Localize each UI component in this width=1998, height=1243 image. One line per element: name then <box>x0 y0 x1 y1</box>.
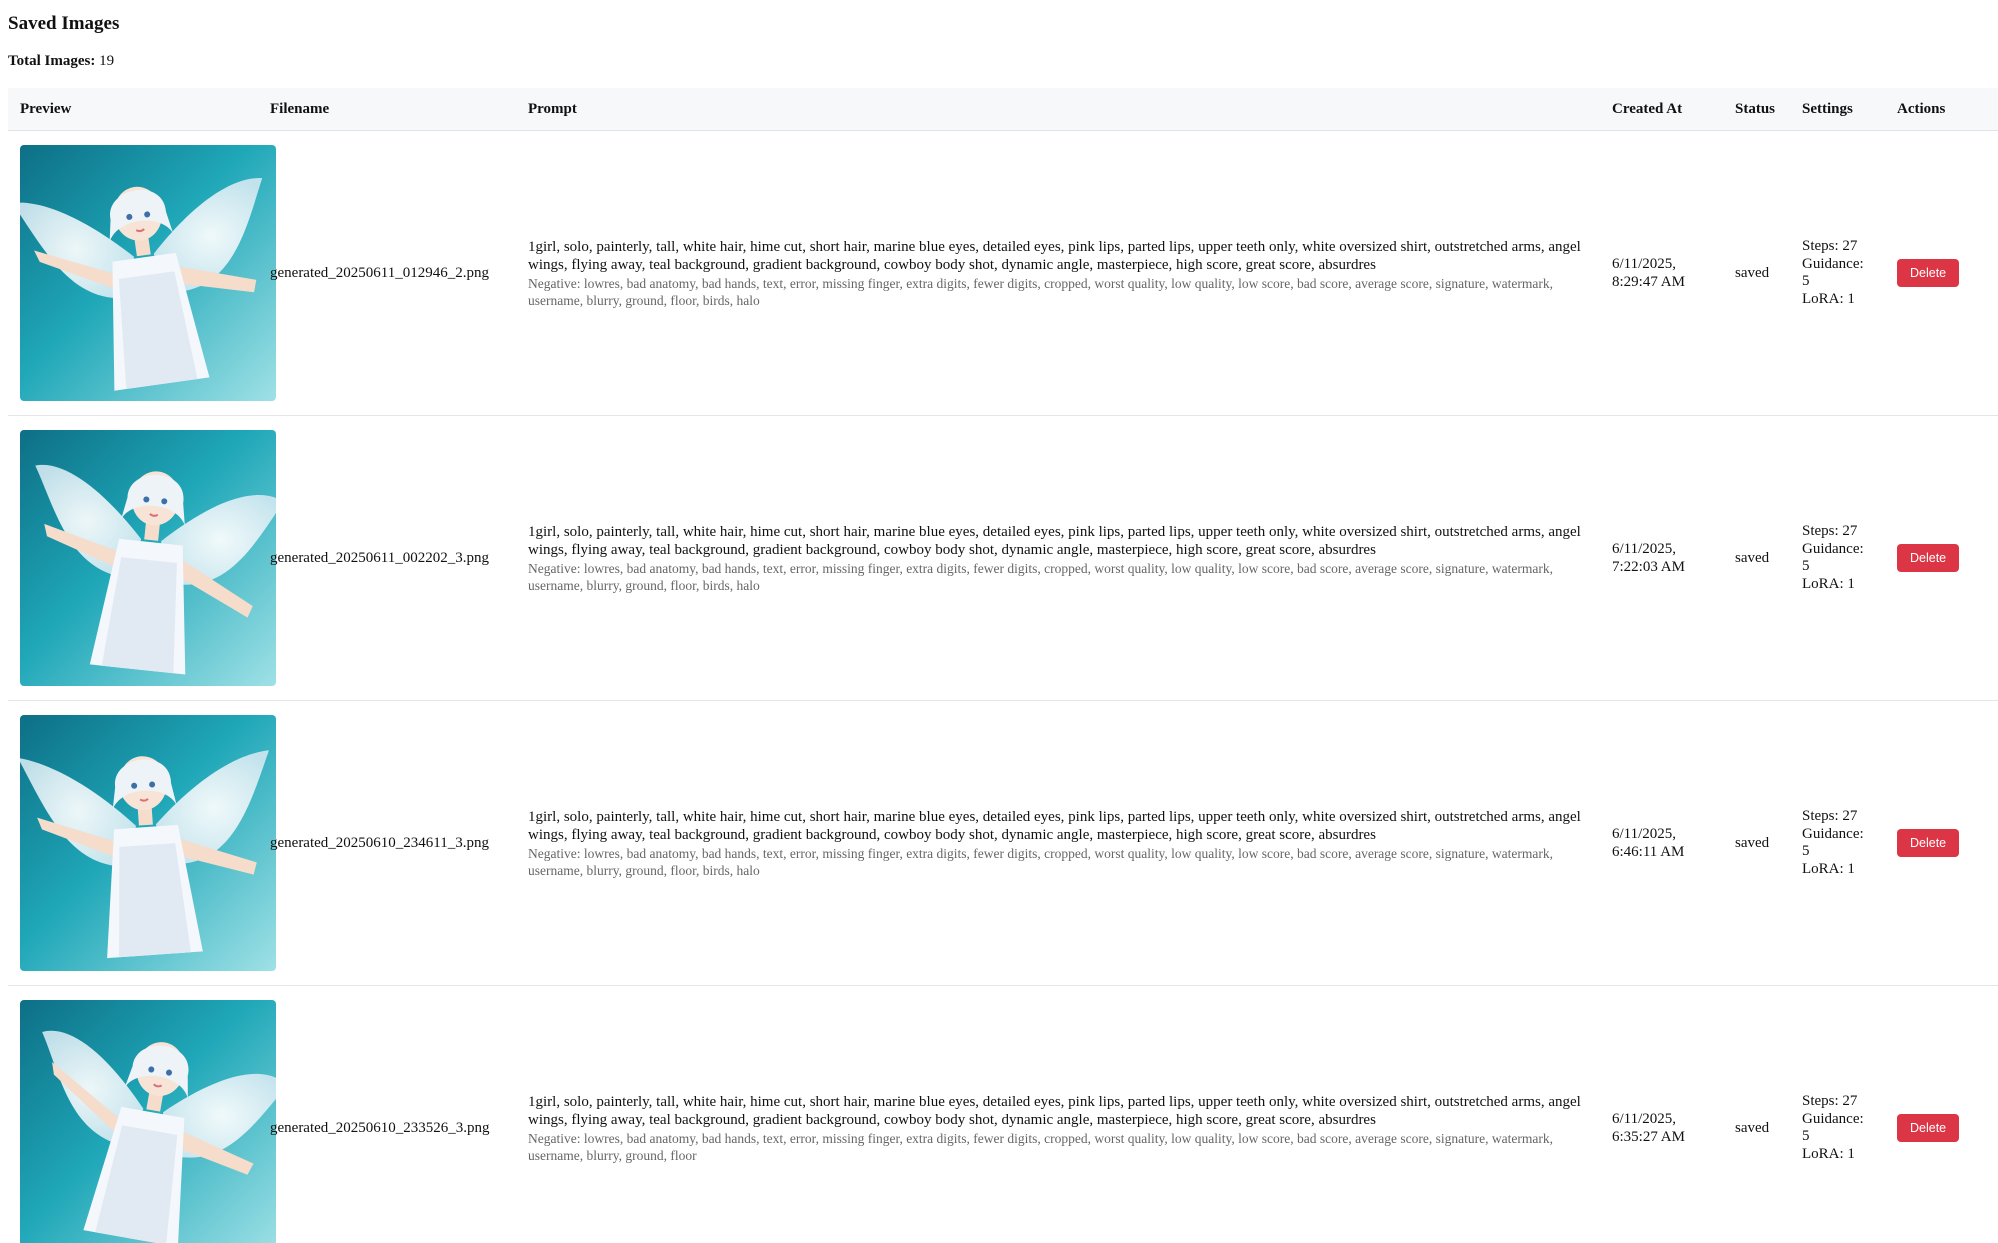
settings-guidance-label: Guidance: <box>1802 255 1864 272</box>
column-header-settings: Settings <box>1794 88 1889 131</box>
status-cell: saved <box>1727 415 1794 701</box>
prompt-cell: 1girl, solo, painterly, tall, white hair… <box>516 130 1600 416</box>
settings-steps: Steps: 27 <box>1802 1093 1858 1109</box>
table-row: generated_20250610_234611_3.png 1girl, s… <box>8 700 1998 986</box>
prompt-cell: 1girl, solo, painterly, tall, white hair… <box>516 985 1600 1243</box>
created-time: 7:22:03 AM <box>1612 559 1685 575</box>
delete-button[interactable]: Delete <box>1897 1114 1960 1142</box>
actions-cell: Delete <box>1889 700 1998 986</box>
prompt-cell: 1girl, solo, painterly, tall, white hair… <box>516 700 1600 986</box>
settings-guidance-label: Guidance: <box>1802 540 1864 557</box>
prompt-text: 1girl, solo, painterly, tall, white hair… <box>528 523 1581 558</box>
delete-button[interactable]: Delete <box>1897 829 1960 857</box>
created-date: 6/11/2025, <box>1612 1111 1677 1127</box>
created-date: 6/11/2025, <box>1612 256 1677 272</box>
settings-lora: LoRA: 1 <box>1802 1145 1855 1162</box>
settings-cell: Steps: 27 Guidance: 5 LoRA: 1 <box>1794 415 1889 701</box>
prompt-text: 1girl, solo, painterly, tall, white hair… <box>528 238 1581 273</box>
column-header-status: Status <box>1727 88 1794 131</box>
saved-images-page: Saved Images Total Images: 19 Preview Fi… <box>0 0 1998 1243</box>
filename-cell: generated_20250611_002202_3.png <box>258 415 516 701</box>
table-header-row: Preview Filename Prompt Created At Statu… <box>8 88 1998 131</box>
filename-cell: generated_20250611_012946_2.png <box>258 130 516 416</box>
settings-guidance-label: Guidance: <box>1802 825 1864 842</box>
total-images-count: Total Images: 19 <box>8 53 114 70</box>
table-row: generated_20250611_002202_3.png 1girl, s… <box>8 415 1998 701</box>
column-header-prompt: Prompt <box>516 88 1600 131</box>
settings-lora: LoRA: 1 <box>1802 860 1855 877</box>
created-at-cell: 6/11/2025, 7:22:03 AM <box>1600 415 1727 701</box>
prompt-cell: 1girl, solo, painterly, tall, white hair… <box>516 415 1600 701</box>
created-date: 6/11/2025, <box>1612 826 1677 842</box>
preview-cell <box>8 130 276 416</box>
negative-prompt-text: Negative: lowres, bad anatomy, bad hands… <box>528 275 1553 308</box>
created-at-cell: 6/11/2025, 6:46:11 AM <box>1600 700 1727 986</box>
prompt-text: 1girl, solo, painterly, tall, white hair… <box>528 1093 1581 1128</box>
generated-image-preview[interactable] <box>20 145 276 401</box>
prompt-text: 1girl, solo, painterly, tall, white hair… <box>528 808 1581 843</box>
settings-steps: Steps: 27 <box>1802 523 1858 539</box>
settings-lora: LoRA: 1 <box>1802 575 1855 592</box>
status-cell: saved <box>1727 130 1794 416</box>
settings-guidance-label: Guidance: <box>1802 1110 1864 1127</box>
created-time: 6:46:11 AM <box>1612 844 1685 860</box>
filename-cell: generated_20250610_234611_3.png <box>258 700 516 986</box>
preview-cell <box>8 985 276 1243</box>
column-header-preview: Preview <box>8 88 258 131</box>
created-time: 8:29:47 AM <box>1612 274 1685 290</box>
created-at-cell: 6/11/2025, 6:35:27 AM <box>1600 985 1727 1243</box>
settings-cell: Steps: 27 Guidance: 5 LoRA: 1 <box>1794 130 1889 416</box>
column-header-created-at: Created At <box>1600 88 1727 131</box>
settings-guidance-value: 5 <box>1802 558 1810 574</box>
settings-steps: Steps: 27 <box>1802 238 1858 254</box>
settings-cell: Steps: 27 Guidance: 5 LoRA: 1 <box>1794 985 1889 1243</box>
images-table: Preview Filename Prompt Created At Statu… <box>8 88 1998 1243</box>
negative-prompt-text: Negative: lowres, bad anatomy, bad hands… <box>528 1130 1553 1163</box>
column-header-filename: Filename <box>258 88 516 131</box>
filename-cell: generated_20250610_233526_3.png <box>258 985 516 1243</box>
created-at-cell: 6/11/2025, 8:29:47 AM <box>1600 130 1727 416</box>
generated-image-preview[interactable] <box>20 430 276 686</box>
settings-guidance-value: 5 <box>1802 1128 1810 1144</box>
delete-button[interactable]: Delete <box>1897 544 1960 572</box>
created-date: 6/11/2025, <box>1612 541 1677 557</box>
settings-guidance-value: 5 <box>1802 273 1810 289</box>
actions-cell: Delete <box>1889 985 1998 1243</box>
total-images-value: 19 <box>99 53 115 69</box>
negative-prompt-text: Negative: lowres, bad anatomy, bad hands… <box>528 560 1553 593</box>
actions-cell: Delete <box>1889 415 1998 701</box>
preview-cell <box>8 415 276 701</box>
delete-button[interactable]: Delete <box>1897 259 1960 287</box>
total-images-label: Total Images: <box>8 53 96 69</box>
column-header-actions: Actions <box>1889 88 1998 131</box>
created-time: 6:35:27 AM <box>1612 1129 1685 1145</box>
settings-lora: LoRA: 1 <box>1802 290 1855 307</box>
status-cell: saved <box>1727 985 1794 1243</box>
settings-cell: Steps: 27 Guidance: 5 LoRA: 1 <box>1794 700 1889 986</box>
actions-cell: Delete <box>1889 130 1998 416</box>
page-title: Saved Images <box>8 13 120 34</box>
status-cell: saved <box>1727 700 1794 986</box>
table-row: generated_20250610_233526_3.png 1girl, s… <box>8 985 1998 1243</box>
negative-prompt-text: Negative: lowres, bad anatomy, bad hands… <box>528 845 1553 878</box>
table-row: generated_20250611_012946_2.png 1girl, s… <box>8 130 1998 416</box>
settings-steps: Steps: 27 <box>1802 808 1858 824</box>
settings-guidance-value: 5 <box>1802 843 1810 859</box>
generated-image-preview[interactable] <box>20 1000 276 1243</box>
preview-cell <box>8 700 276 986</box>
generated-image-preview[interactable] <box>20 715 276 971</box>
